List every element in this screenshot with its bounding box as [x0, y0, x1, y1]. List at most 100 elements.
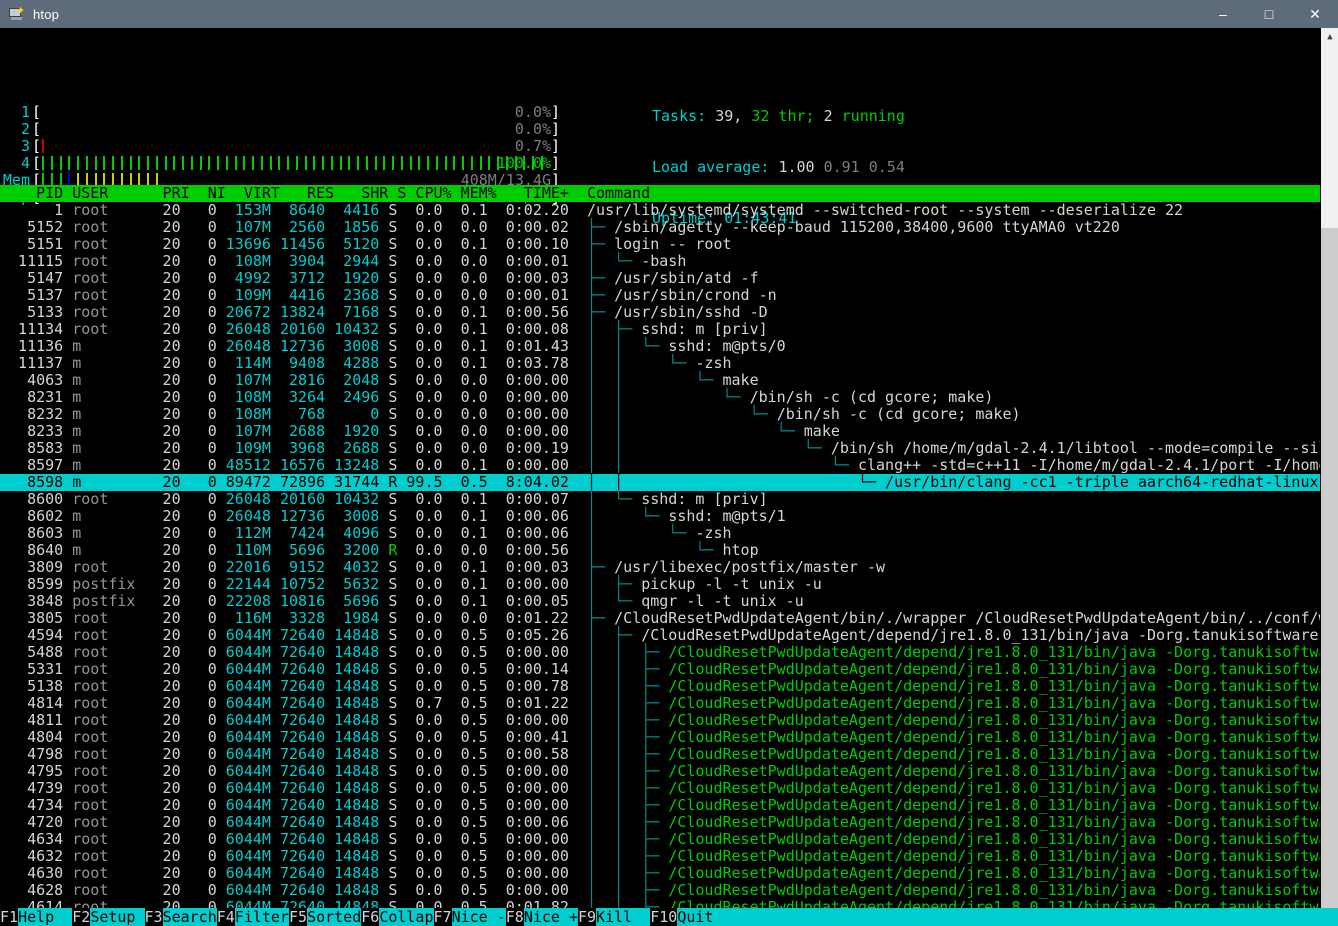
cell-cpu: 0.0	[397, 439, 443, 457]
fkey-f7-number[interactable]: F7	[433, 908, 452, 926]
cell-user: m	[63, 456, 154, 474]
process-row[interactable]: 4798 root 20 0 6044M 72640 14848 S 0.0 0…	[0, 746, 1320, 763]
vertical-scrollbar[interactable]: ▲	[1320, 28, 1338, 926]
maximize-button[interactable]: □	[1246, 0, 1292, 28]
cell-pid: 5147	[0, 269, 64, 287]
cell-pid: 3809	[0, 558, 64, 576]
cell-time: 0:00.56	[487, 541, 588, 559]
tree-connector: │ │ └─	[587, 371, 723, 389]
process-row[interactable]: 4811 root 20 0 6044M 72640 14848 S 0.0 0…	[0, 712, 1320, 729]
cell-pid: 4739	[0, 779, 64, 797]
cell-pid: 3848	[0, 592, 64, 610]
process-row[interactable]: 4739 root 20 0 6044M 72640 14848 S 0.0 0…	[0, 780, 1320, 797]
process-row[interactable]: 8603 m 20 0 112M 7424 4096 S 0.0 0.1 0:0…	[0, 525, 1320, 542]
cell-res: 72640	[270, 779, 326, 797]
fkey-f7-label[interactable]: Nice -	[451, 908, 506, 926]
fkey-f6-number[interactable]: F6	[361, 908, 380, 926]
process-row[interactable]: 4630 root 20 0 6044M 72640 14848 S 0.0 0…	[0, 865, 1320, 882]
fkey-f2-number[interactable]: F2	[72, 908, 91, 926]
cell-pri: 20	[153, 541, 181, 559]
cell-pid: 8232	[0, 405, 64, 423]
fkey-f8-label[interactable]: Nice +	[523, 908, 578, 926]
cell-pri: 20	[153, 694, 181, 712]
cell-ni: 0	[180, 609, 217, 627]
fkey-f6-label[interactable]: Collap	[379, 908, 434, 926]
fkey-f9-label[interactable]: Kill	[596, 908, 651, 926]
fkey-f5-label[interactable]: Sorted	[307, 908, 362, 926]
htop-terminal[interactable]: 1[0.0%] 2[0.0%] 3[0.7%] 4[100.0%] Mem[408M/1…	[0, 28, 1320, 926]
process-row[interactable]: 11137 m 20 0 114M 9408 4288 S 0.0 0.1 0:…	[0, 355, 1320, 372]
process-row[interactable]: 11134 root 20 0 26048 20160 10432 S 0.0 …	[0, 321, 1320, 338]
cell-shr: 5696	[325, 592, 380, 610]
fkey-f4-label[interactable]: Filter	[234, 908, 289, 926]
fkey-f5-number[interactable]: F5	[289, 908, 308, 926]
process-row[interactable]: 4720 root 20 0 6044M 72640 14848 S 0.0 0…	[0, 814, 1320, 831]
fkey-f1-label[interactable]: Help	[18, 908, 73, 926]
load-average-line: Load average: 1.00 0.91 0.54	[652, 159, 905, 176]
fkey-f3-label[interactable]: Search	[162, 908, 217, 926]
process-row[interactable]: 4628 root 20 0 6044M 72640 14848 S 0.0 0…	[0, 882, 1320, 899]
cell-mem: 0.1	[442, 558, 488, 576]
process-list[interactable]: 1 root 20 0 153M 8640 4416 S 0.0 0.1 0:0…	[0, 202, 1320, 926]
cell-pri: 20	[153, 779, 181, 797]
process-row-selected[interactable]: 8598 m 20 0 89472 72896 31744 R 99.5 0.5…	[0, 474, 1320, 491]
fkey-f1-number[interactable]: F1	[0, 908, 19, 926]
process-row[interactable]: 4632 root 20 0 6044M 72640 14848 S 0.0 0…	[0, 848, 1320, 865]
fkey-f4-number[interactable]: F4	[216, 908, 235, 926]
fkey-f10-label[interactable]: Quit	[677, 908, 732, 926]
close-button[interactable]: ✕	[1292, 0, 1338, 28]
process-row[interactable]: 8597 m 20 0 48512 16576 13248 S 0.0 0.1 …	[0, 457, 1320, 474]
tree-connector: ├─	[587, 235, 615, 253]
process-row[interactable]: 8583 m 20 0 109M 3968 2688 S 0.0 0.0 0:0…	[0, 440, 1320, 457]
fkey-f10-number[interactable]: F10	[650, 908, 678, 926]
process-row[interactable]: 5151 root 20 0 13696 11456 5120 S 0.0 0.…	[0, 236, 1320, 253]
tasks-thr-count: 32	[751, 107, 770, 125]
cell-pid: 5152	[0, 218, 64, 236]
process-row[interactable]: 8231 m 20 0 108M 3264 2496 S 0.0 0.0 0:0…	[0, 389, 1320, 406]
table-header[interactable]: PID USER PRI NI VIRT RES SHR S CPU% MEM%…	[0, 185, 1320, 202]
process-row[interactable]: 3809 root 20 0 22016 9152 4032 S 0.0 0.1…	[0, 559, 1320, 576]
process-row[interactable]: 4734 root 20 0 6044M 72640 14848 S 0.0 0…	[0, 797, 1320, 814]
process-row[interactable]: 5133 root 20 0 20672 13824 7168 S 0.0 0.…	[0, 304, 1320, 321]
process-row[interactable]: 8232 m 20 0 108M 768 0 S 0.0 0.0 0:00.00…	[0, 406, 1320, 423]
process-row[interactable]: 4063 m 20 0 107M 2816 2048 S 0.0 0.0 0:0…	[0, 372, 1320, 389]
cell-cpu: 0.0	[397, 609, 443, 627]
process-row[interactable]: 4634 root 20 0 6044M 72640 14848 S 0.0 0…	[0, 831, 1320, 848]
process-row[interactable]: 5138 root 20 0 6044M 72640 14848 S 0.0 0…	[0, 678, 1320, 695]
process-row[interactable]: 5488 root 20 0 6044M 72640 14848 S 0.0 0…	[0, 644, 1320, 661]
process-row[interactable]: 4594 root 20 0 6044M 72640 14848 S 0.0 0…	[0, 627, 1320, 644]
scroll-up-icon[interactable]: ▲	[1321, 28, 1338, 45]
cell-state: S	[379, 592, 398, 610]
process-row[interactable]: 5331 root 20 0 6044M 72640 14848 S 0.0 0…	[0, 661, 1320, 678]
process-row[interactable]: 8640 m 20 0 110M 5696 3200 R 0.0 0.0 0:0…	[0, 542, 1320, 559]
cell-cpu: 0.0	[397, 490, 443, 508]
load-1min: 1.00	[778, 158, 815, 176]
process-row[interactable]: 5152 root 20 0 107M 2560 1856 S 0.0 0.0 …	[0, 219, 1320, 236]
cell-mem: 0.0	[442, 286, 488, 304]
process-row[interactable]: 8600 root 20 0 26048 20160 10432 S 0.0 0…	[0, 491, 1320, 508]
process-row[interactable]: 8233 m 20 0 107M 2688 1920 S 0.0 0.0 0:0…	[0, 423, 1320, 440]
process-row[interactable]: 5147 root 20 0 4992 3712 1920 S 0.0 0.0 …	[0, 270, 1320, 287]
process-row[interactable]: 4814 root 20 0 6044M 72640 14848 S 0.7 0…	[0, 695, 1320, 712]
process-row[interactable]: 8602 m 20 0 26048 12736 3008 S 0.0 0.1 0…	[0, 508, 1320, 525]
function-key-bar[interactable]: F1 Help F2 Setup F3 Search F4 Filter F5 Sorted F…	[0, 908, 1338, 926]
scrollbar-thumb[interactable]	[1321, 228, 1338, 916]
process-row[interactable]: 1 root 20 0 153M 8640 4416 S 0.0 0.1 0:0…	[0, 202, 1320, 219]
process-row[interactable]: 3848 postfix 20 0 22208 10816 5696 S 0.0…	[0, 593, 1320, 610]
meter-open-bracket: [	[32, 137, 42, 155]
process-row[interactable]: 4804 root 20 0 6044M 72640 14848 S 0.0 0…	[0, 729, 1320, 746]
tree-connector: │ └─	[587, 490, 642, 508]
process-row[interactable]: 8599 postfix 20 0 22144 10752 5632 S 0.0…	[0, 576, 1320, 593]
fkey-f8-number[interactable]: F8	[505, 908, 524, 926]
fkey-f9-number[interactable]: F9	[578, 908, 597, 926]
cell-pri: 20	[153, 439, 181, 457]
process-row[interactable]: 11136 m 20 0 26048 12736 3008 S 0.0 0.1 …	[0, 338, 1320, 355]
fkey-f3-number[interactable]: F3	[144, 908, 163, 926]
process-row[interactable]: 5137 root 20 0 109M 4416 2368 S 0.0 0.0 …	[0, 287, 1320, 304]
process-row[interactable]: 4795 root 20 0 6044M 72640 14848 S 0.0 0…	[0, 763, 1320, 780]
tree-connector: │ └─	[587, 541, 723, 559]
process-row[interactable]: 3805 root 20 0 116M 3328 1984 S 0.0 0.0 …	[0, 610, 1320, 627]
minimize-button[interactable]: –	[1200, 0, 1246, 28]
process-row[interactable]: 11115 root 20 0 108M 3904 2944 S 0.0 0.0…	[0, 253, 1320, 270]
fkey-f2-label[interactable]: Setup	[90, 908, 145, 926]
